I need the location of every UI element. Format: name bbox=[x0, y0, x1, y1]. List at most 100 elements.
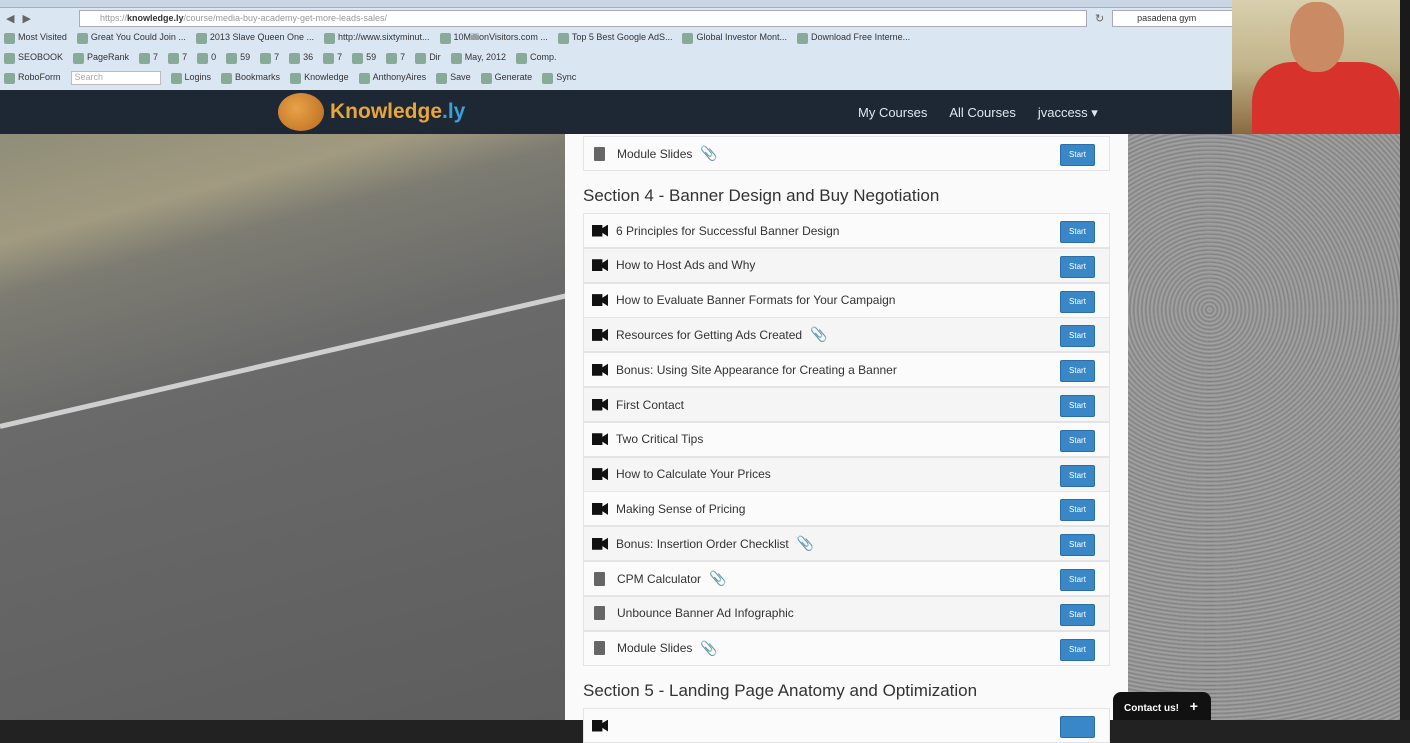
lesson-title[interactable]: Module Slides bbox=[617, 641, 692, 655]
lesson-title[interactable]: Two Critical Tips bbox=[616, 432, 703, 446]
bookmark-item[interactable]: Most Visited bbox=[4, 32, 67, 44]
roboform-item[interactable]: AnthonyAires bbox=[358, 72, 426, 84]
lesson-title[interactable]: How to Host Ads and Why bbox=[616, 258, 755, 272]
lesson-title[interactable]: Module Slides bbox=[617, 147, 692, 161]
lesson-title[interactable]: How to Evaluate Banner Formats for Your … bbox=[616, 293, 895, 307]
toolbar-item[interactable]: 7 bbox=[386, 52, 405, 64]
lesson-title[interactable]: First Contact bbox=[616, 398, 684, 412]
toolbar-icon bbox=[386, 52, 398, 64]
site-logo[interactable]: Knowledge.ly bbox=[278, 93, 465, 131]
start-button[interactable]: Start bbox=[1060, 569, 1095, 591]
lesson-title[interactable]: Bonus: Insertion Order Checklist bbox=[616, 537, 789, 551]
document-icon bbox=[594, 606, 605, 621]
start-button[interactable]: Start bbox=[1060, 255, 1095, 278]
url-input[interactable]: https://knowledge.ly/course/media-buy-ac… bbox=[78, 9, 1087, 27]
start-button[interactable]: Start bbox=[1060, 325, 1095, 348]
toolbar-item[interactable]: May, 2012 bbox=[450, 52, 506, 64]
roboform-item[interactable]: Save bbox=[436, 72, 471, 84]
lesson-title[interactable]: 6 Principles for Successful Banner Desig… bbox=[616, 224, 839, 238]
lesson-title[interactable]: How to Calculate Your Prices bbox=[616, 467, 771, 481]
start-button[interactable]: Start bbox=[1060, 499, 1095, 522]
bookmark-item[interactable]: Download Free Interne... bbox=[797, 32, 910, 44]
lesson-row[interactable]: 6 Principles for Successful Banner Desig… bbox=[583, 213, 1110, 248]
lesson-row[interactable]: Module Slides 📎 Start bbox=[583, 136, 1110, 171]
lesson-row[interactable]: Bonus: Insertion Order Checklist 📎 Start bbox=[583, 526, 1110, 562]
lesson-title[interactable]: Making Sense of Pricing bbox=[616, 502, 745, 516]
start-button[interactable]: Start bbox=[1060, 221, 1095, 243]
bookmark-label: Global Investor Mont... bbox=[696, 32, 788, 43]
lesson-row[interactable]: How to Calculate Your Prices Start bbox=[583, 456, 1110, 492]
nav-all-courses[interactable]: All Courses bbox=[949, 105, 1015, 121]
bookmarks-bar: Most Visited Great You Could Join ... 2013… bbox=[0, 28, 1232, 48]
roboform-label: Bookmarks bbox=[235, 72, 281, 83]
nav-user-menu[interactable]: jvaccess ▾ bbox=[1038, 105, 1098, 121]
bookmark-item[interactable]: 2013 Slave Queen One ... bbox=[195, 32, 314, 44]
roboform-item[interactable]: Bookmarks bbox=[221, 72, 281, 84]
toolbar-item[interactable]: 0 bbox=[197, 52, 216, 64]
toolbar-label: PageRank bbox=[87, 52, 130, 63]
start-button[interactable]: Start bbox=[1060, 395, 1095, 417]
toolbar-icon bbox=[516, 52, 528, 64]
toolbar-item[interactable]: PageRank bbox=[73, 52, 130, 64]
roboform-item[interactable]: Logins bbox=[170, 72, 211, 84]
bookmark-item[interactable]: http://www.sixtyminut... bbox=[324, 32, 430, 44]
toolbar-item[interactable]: 7 bbox=[260, 52, 279, 64]
bookmark-item[interactable]: Great You Could Join ... bbox=[76, 32, 186, 44]
lesson-title[interactable]: Resources for Getting Ads Created bbox=[616, 328, 802, 342]
lesson-row[interactable] bbox=[583, 708, 1110, 743]
start-button[interactable]: Start bbox=[1060, 429, 1095, 452]
start-button[interactable]: Start bbox=[1060, 290, 1095, 313]
bookmark-label: Great You Could Join ... bbox=[90, 32, 186, 43]
toolbar-item[interactable]: 36 bbox=[289, 52, 313, 64]
start-button[interactable]: Start bbox=[1060, 603, 1095, 626]
forward-icon[interactable]: ▶ bbox=[22, 12, 30, 25]
roboform-item[interactable]: Sync bbox=[542, 72, 576, 84]
toolbar-item[interactable]: Comp. bbox=[516, 52, 557, 64]
start-button[interactable]: Start bbox=[1060, 360, 1095, 383]
roboform-toolbar: RoboForm Search Logins Bookmarks Knowledge An… bbox=[0, 68, 1232, 88]
roboform-item[interactable]: RoboForm bbox=[4, 72, 61, 84]
lesson-row[interactable]: How to Host Ads and Why Start bbox=[583, 247, 1110, 283]
lesson-row[interactable]: Bonus: Using Site Appearance for Creatin… bbox=[583, 352, 1110, 388]
bookmark-item[interactable]: 10MillionVisitors.com ... bbox=[439, 32, 548, 44]
tab-strip[interactable] bbox=[0, 0, 1232, 8]
lesson-row[interactable]: Making Sense of Pricing Start bbox=[583, 491, 1110, 527]
lesson-row[interactable]: Resources for Getting Ads Created 📎 Start bbox=[583, 317, 1110, 353]
lesson-row[interactable]: Module Slides 📎 Start bbox=[583, 630, 1110, 666]
roboform-item[interactable]: Knowledge bbox=[290, 72, 349, 84]
toolbar-item[interactable]: Dir bbox=[415, 52, 441, 64]
start-button[interactable]: Start bbox=[1060, 534, 1095, 557]
lesson-row[interactable]: How to Evaluate Banner Formats for Your … bbox=[583, 282, 1110, 318]
start-button[interactable] bbox=[1060, 716, 1095, 738]
lesson-row[interactable]: First Contact Start bbox=[583, 387, 1110, 422]
toolbar-item[interactable]: 7 bbox=[139, 52, 158, 64]
lesson-title[interactable]: CPM Calculator bbox=[617, 572, 701, 586]
toolbar-item[interactable]: 59 bbox=[226, 52, 250, 64]
bookmark-icon bbox=[797, 32, 809, 44]
roboform-item[interactable]: Generate bbox=[480, 72, 532, 84]
roboform-search[interactable]: Search bbox=[70, 71, 161, 85]
document-icon bbox=[594, 641, 605, 656]
toolbar-item[interactable]: SEOBOOK bbox=[4, 52, 63, 64]
toolbar-item[interactable]: 59 bbox=[352, 52, 376, 64]
toolbar-item[interactable]: 7 bbox=[323, 52, 342, 64]
lesson-title[interactable]: Bonus: Using Site Appearance for Creatin… bbox=[616, 363, 897, 377]
contact-us-button[interactable]: Contact us! + bbox=[1113, 692, 1211, 720]
lesson-row[interactable]: Two Critical Tips Start bbox=[583, 421, 1110, 457]
bookmark-item[interactable]: Top 5 Best Google AdS... bbox=[557, 32, 672, 44]
start-button[interactable]: Start bbox=[1060, 144, 1095, 166]
bookmark-label: 2013 Slave Queen One ... bbox=[209, 32, 314, 43]
start-button[interactable]: Start bbox=[1060, 638, 1095, 661]
bookmark-item[interactable]: Global Investor Mont... bbox=[682, 32, 788, 44]
lesson-title[interactable]: Unbounce Banner Ad Infographic bbox=[617, 606, 794, 620]
lesson-row[interactable]: CPM Calculator 📎 Start bbox=[583, 561, 1110, 596]
toolbar-icon bbox=[168, 52, 180, 64]
start-button[interactable]: Start bbox=[1060, 464, 1095, 487]
back-icon[interactable]: ◀ bbox=[6, 12, 14, 25]
site-navbar: Knowledge.ly My Courses All Courses jvac… bbox=[0, 90, 1232, 134]
lesson-row[interactable]: Unbounce Banner Ad Infographic Start bbox=[583, 595, 1110, 631]
reload-icon[interactable]: ↻ bbox=[1095, 12, 1104, 25]
toolbar-item[interactable]: 7 bbox=[168, 52, 187, 64]
nav-my-courses[interactable]: My Courses bbox=[858, 105, 927, 121]
document-icon bbox=[594, 146, 605, 161]
